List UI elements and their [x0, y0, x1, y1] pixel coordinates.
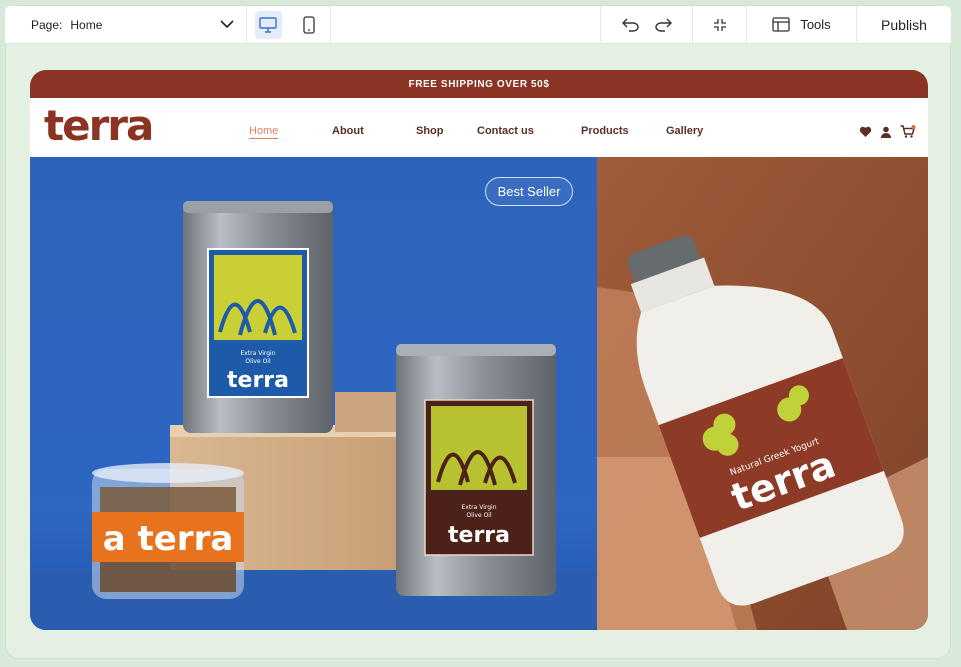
hero-image-left: Extra Virgin Olive Oil terra Extra Virgi…	[30, 157, 597, 630]
nav-home[interactable]: Home	[249, 125, 332, 137]
heart-icon[interactable]	[859, 126, 872, 138]
hero-section: Extra Virgin Olive Oil terra Extra Virgi…	[30, 157, 928, 630]
nav-about[interactable]: About	[332, 125, 416, 137]
terra-logo: terra	[44, 101, 154, 150]
svg-text:Extra Virgin: Extra Virgin	[461, 504, 496, 511]
history-controls	[601, 6, 693, 43]
nav-contact[interactable]: Contact us	[477, 125, 581, 137]
olive-oil-product-photo: Extra Virgin Olive Oil terra Extra Virgi…	[30, 157, 597, 630]
mobile-view-button[interactable]	[296, 11, 323, 39]
svg-text:Extra Virgin: Extra Virgin	[240, 350, 275, 357]
svg-text:Olive Oil: Olive Oil	[245, 358, 271, 365]
chevron-down-icon	[220, 20, 234, 29]
publish-button[interactable]: Publish	[857, 6, 951, 43]
tools-label: Tools	[800, 17, 831, 32]
svg-text:terra: terra	[44, 104, 152, 148]
desktop-view-button[interactable]	[255, 10, 282, 39]
svg-text:terra: terra	[227, 368, 289, 393]
site-canvas: FREE SHIPPING OVER 50$ terra Home About …	[30, 70, 928, 630]
site-nav-menu: Home About Shop Contact us Products Gall…	[249, 125, 726, 137]
nav-gallery[interactable]: Gallery	[666, 125, 726, 137]
mobile-icon	[303, 15, 315, 34]
toolbar-spacer	[331, 6, 601, 43]
site-header: terra Home About Shop Contact us Product…	[30, 98, 928, 157]
yogurt-product-photo: Natural Greek Yogurt terra	[597, 157, 928, 630]
editor-toolbar: Page: Home Tools Publish	[5, 6, 951, 44]
nav-products[interactable]: Products	[581, 125, 666, 137]
header-icons	[859, 125, 916, 138]
svg-text:Olive Oil: Olive Oil	[466, 512, 492, 519]
nav-shop[interactable]: Shop	[416, 125, 477, 137]
device-switcher	[247, 6, 331, 43]
tools-icon	[772, 17, 790, 32]
page-selector-value: Home	[70, 17, 103, 32]
fit-to-screen-button[interactable]	[693, 6, 747, 43]
user-icon[interactable]	[880, 126, 892, 138]
site-logo[interactable]: terra	[44, 101, 194, 153]
best-seller-badge: Best Seller	[485, 177, 573, 206]
desktop-icon	[259, 16, 277, 33]
svg-text:terra: terra	[448, 523, 510, 548]
page-selector[interactable]: Page: Home	[5, 6, 247, 43]
undo-icon[interactable]	[621, 18, 640, 32]
page-selector-label: Page:	[31, 17, 63, 32]
hero-image-right: Natural Greek Yogurt terra	[597, 157, 928, 630]
svg-text:a terra: a terra	[103, 519, 234, 559]
tools-button[interactable]: Tools	[747, 6, 857, 43]
redo-icon[interactable]	[654, 18, 672, 32]
fit-icon	[713, 18, 726, 31]
announcement-bar: FREE SHIPPING OVER 50$	[30, 70, 928, 98]
cart-icon[interactable]	[900, 125, 916, 138]
